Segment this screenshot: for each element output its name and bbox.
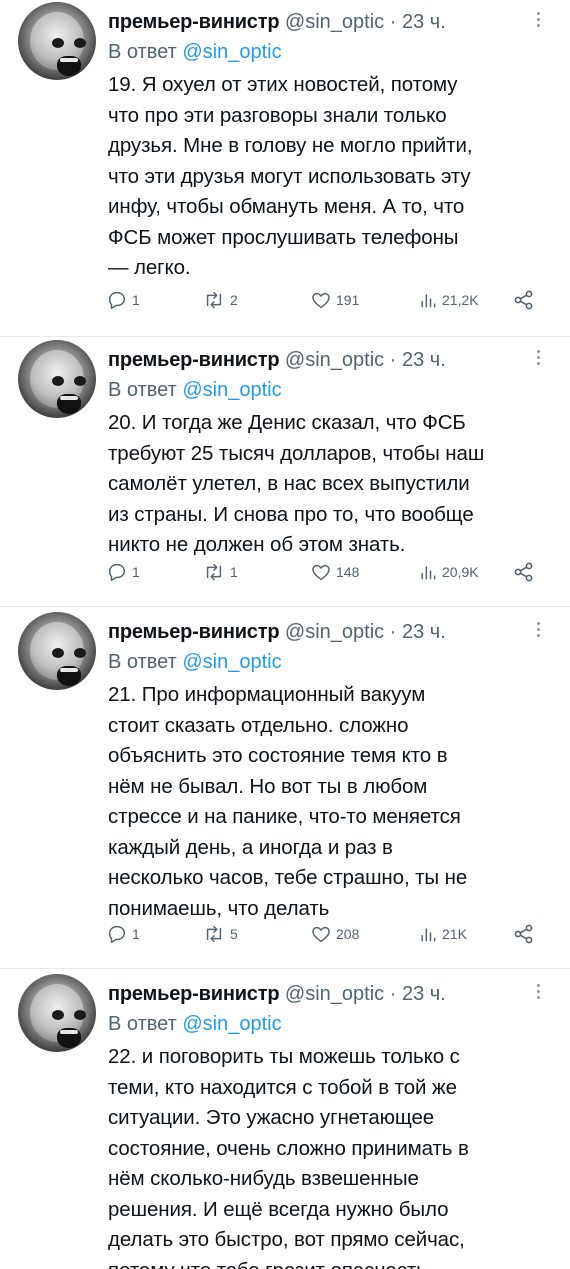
more-icon[interactable] (532, 620, 544, 640)
reply-count: 1 (132, 564, 140, 580)
reply-icon (108, 563, 126, 581)
tweet[interactable]: премьер-винистр @sin_optic · 23 ч. В отв… (0, 610, 570, 950)
timestamp[interactable]: 23 ч. (402, 621, 446, 643)
tweet-header: премьер-винистр @sin_optic · 23 ч. (108, 618, 548, 646)
retweet-button[interactable]: 1 (202, 560, 238, 584)
tweet[interactable]: премьер-винистр @sin_optic · 23 ч. В отв… (0, 972, 570, 1269)
reply-icon (108, 925, 126, 943)
heart-icon (312, 564, 330, 581)
reply-context: В ответ @sin_optic (108, 376, 282, 404)
views-button[interactable]: 21,2K (418, 288, 479, 312)
heart-icon (312, 292, 330, 309)
author-handle[interactable]: @sin_optic (285, 11, 384, 33)
like-count: 148 (336, 564, 360, 580)
reply-to-link[interactable]: @sin_optic (182, 1013, 281, 1035)
separator: · (389, 11, 397, 33)
avatar[interactable] (18, 2, 96, 80)
reply-context: В ответ @sin_optic (108, 38, 282, 66)
divider (0, 968, 570, 969)
tweet-text: 20. И тогда же Денис сказал, что ФСБ тре… (108, 411, 485, 556)
tweet-text: 19. Я охуел от этих новостей, потому что… (108, 73, 473, 279)
reply-button[interactable]: 1 (106, 560, 140, 584)
tweet[interactable]: премьер-винистр @sin_optic · 23 ч. В отв… (0, 338, 570, 610)
avatar[interactable] (18, 612, 96, 690)
reply-icon (108, 291, 126, 309)
share-icon (514, 562, 533, 582)
more-icon[interactable] (532, 10, 544, 30)
views-button[interactable]: 21K (418, 922, 467, 946)
views-count: 20,9K (442, 564, 479, 580)
author-handle[interactable]: @sin_optic (285, 621, 384, 643)
views-icon (421, 566, 436, 580)
tweet-text: 22. и поговорить ты можешь только с теми… (108, 1045, 469, 1269)
retweet-count: 5 (230, 926, 238, 942)
share-button[interactable] (512, 922, 536, 946)
tweet-header: премьер-винистр @sin_optic · 23 ч. (108, 8, 548, 36)
like-button[interactable]: 191 (310, 288, 359, 312)
views-icon (421, 294, 436, 308)
separator: · (389, 983, 397, 1005)
reply-prefix: В ответ (108, 379, 177, 401)
reply-count: 1 (132, 926, 140, 942)
retweet-icon (206, 291, 222, 309)
author-name[interactable]: премьер-винистр (108, 621, 280, 643)
retweet-count: 1 (230, 564, 238, 580)
author-handle[interactable]: @sin_optic (285, 349, 384, 371)
retweet-button[interactable]: 5 (202, 922, 238, 946)
divider (0, 606, 570, 607)
more-icon[interactable] (532, 982, 544, 1002)
reply-context: В ответ @sin_optic (108, 648, 282, 676)
timestamp[interactable]: 23 ч. (402, 11, 446, 33)
author-name[interactable]: премьер-винистр (108, 349, 280, 371)
avatar[interactable] (18, 974, 96, 1052)
more-icon[interactable] (532, 348, 544, 368)
author-handle[interactable]: @sin_optic (285, 983, 384, 1005)
heart-icon (312, 926, 330, 943)
like-count: 208 (336, 926, 360, 942)
tweet[interactable]: премьер-винистр @sin_optic · 23 ч. В отв… (0, 0, 570, 330)
reply-to-link[interactable]: @sin_optic (182, 379, 281, 401)
reply-count: 1 (132, 292, 140, 308)
reply-button[interactable]: 1 (106, 288, 140, 312)
separator: · (389, 349, 397, 371)
views-button[interactable]: 20,9K (418, 560, 479, 584)
share-icon (514, 290, 533, 310)
author-name[interactable]: премьер-винистр (108, 11, 280, 33)
share-button[interactable] (512, 288, 536, 312)
reply-to-link[interactable]: @sin_optic (182, 651, 281, 673)
like-button[interactable]: 148 (310, 560, 359, 584)
timestamp[interactable]: 23 ч. (402, 983, 446, 1005)
share-icon (514, 924, 533, 944)
author-name[interactable]: премьер-винистр (108, 983, 280, 1005)
action-bar: 1 5 208 21K (106, 922, 546, 946)
views-icon (421, 928, 436, 942)
timestamp[interactable]: 23 ч. (402, 349, 446, 371)
retweet-icon (206, 563, 222, 581)
action-bar: 1 2 191 21,2K (106, 288, 546, 312)
retweet-icon (206, 925, 222, 943)
separator: · (389, 621, 397, 643)
tweet-header: премьер-винистр @sin_optic · 23 ч. (108, 980, 548, 1008)
tweet-header: премьер-винистр @sin_optic · 23 ч. (108, 346, 548, 374)
action-bar: 1 1 148 20,9K (106, 560, 546, 584)
views-count: 21K (442, 926, 467, 942)
views-count: 21,2K (442, 292, 479, 308)
like-count: 191 (336, 292, 360, 308)
avatar[interactable] (18, 340, 96, 418)
reply-prefix: В ответ (108, 41, 177, 63)
retweet-count: 2 (230, 292, 238, 308)
reply-context: В ответ @sin_optic (108, 1010, 282, 1038)
tweet-text: 21. Про информационный вакуум стоит сказ… (108, 683, 468, 920)
like-button[interactable]: 208 (310, 922, 359, 946)
reply-prefix: В ответ (108, 1013, 177, 1035)
retweet-button[interactable]: 2 (202, 288, 238, 312)
share-button[interactable] (512, 560, 536, 584)
reply-to-link[interactable]: @sin_optic (182, 41, 281, 63)
divider (0, 336, 570, 337)
reply-button[interactable]: 1 (106, 922, 140, 946)
reply-prefix: В ответ (108, 651, 177, 673)
